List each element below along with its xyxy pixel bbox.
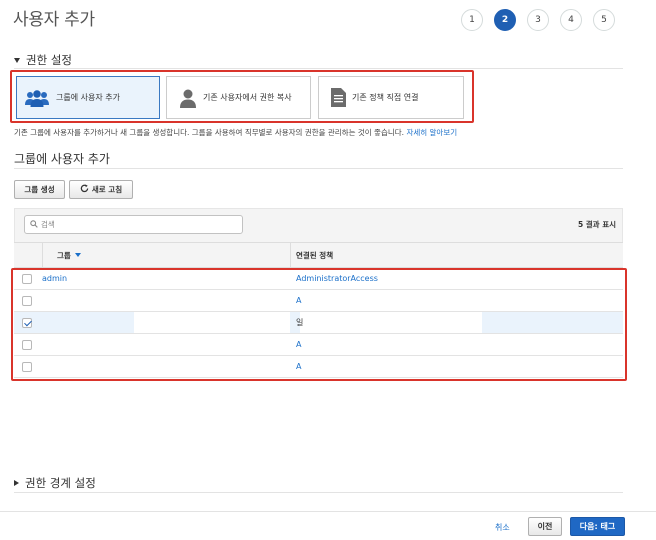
previous-button[interactable]: 이전 [528, 517, 562, 536]
cancel-link[interactable]: 취소 [495, 522, 510, 533]
annotation-highlight-box [11, 268, 627, 381]
table-header: 그룹 연결된 정책 [14, 242, 623, 268]
column-label: 연결된 정책 [296, 250, 334, 260]
option-attach-policies[interactable]: 기존 정책 직접 연결 [318, 76, 464, 119]
refresh-icon [80, 184, 89, 195]
document-icon [331, 88, 346, 107]
step-1[interactable]: 1 [461, 9, 483, 31]
step-4[interactable]: 4 [560, 9, 582, 31]
groups-section-title: 그룹에 사용자 추가 [14, 152, 110, 166]
option-label: 기존 사용자에서 권한 복사 [203, 93, 292, 102]
permissions-section-toggle[interactable]: 권한 설정 [14, 52, 72, 68]
sort-descending-icon [74, 253, 81, 257]
step-3[interactable]: 3 [527, 9, 549, 31]
refresh-label: 새로 고침 [91, 185, 123, 194]
divider [14, 168, 623, 169]
user-icon [179, 88, 197, 108]
option-label: 기존 정책 직접 연결 [352, 93, 419, 102]
option-copy-permissions[interactable]: 기존 사용자에서 권한 복사 [166, 76, 311, 119]
step-2[interactable]: 2 [494, 9, 516, 31]
caret-down-icon [14, 57, 20, 63]
boundary-section-title: 권한 경계 설정 [25, 476, 96, 490]
caret-right-icon [14, 480, 19, 486]
column-header-policy: 연결된 정책 [290, 243, 333, 267]
result-count: 5 결과 표시 [577, 220, 616, 229]
boundary-section-toggle[interactable]: 권한 경계 설정 [14, 475, 96, 491]
refresh-button[interactable]: 새로 고침 [69, 180, 133, 199]
column-header-group[interactable]: 그룹 [42, 243, 81, 267]
permissions-section-title: 권한 설정 [26, 53, 72, 67]
divider [14, 68, 623, 69]
divider [14, 492, 623, 493]
step-5[interactable]: 5 [593, 9, 615, 31]
footer-divider [0, 511, 656, 512]
help-description: 기존 그룹에 사용자를 추가하거나 새 그룹을 생성합니다. 그룹을 사용하여 … [14, 128, 405, 137]
search-icon [30, 219, 38, 230]
option-label: 그룹에 사용자 추가 [56, 93, 120, 102]
next-tags-button[interactable]: 다음: 태그 [570, 517, 625, 536]
column-label: 그룹 [57, 250, 71, 260]
learn-more-link[interactable]: 자세히 알아보기 [406, 128, 457, 137]
users-group-icon [24, 88, 50, 108]
step-indicator: 1 2 3 4 5 [461, 9, 615, 31]
search-placeholder: 검색 [41, 220, 55, 229]
option-add-user-to-group[interactable]: 그룹에 사용자 추가 [16, 76, 160, 119]
page-title: 사용자 추가 [13, 10, 95, 30]
help-text: 기존 그룹에 사용자를 추가하거나 새 그룹을 생성합니다. 그룹을 사용하여 … [14, 127, 457, 138]
search-input[interactable]: 검색 [24, 215, 243, 234]
create-group-button[interactable]: 그룹 생성 [14, 180, 65, 199]
